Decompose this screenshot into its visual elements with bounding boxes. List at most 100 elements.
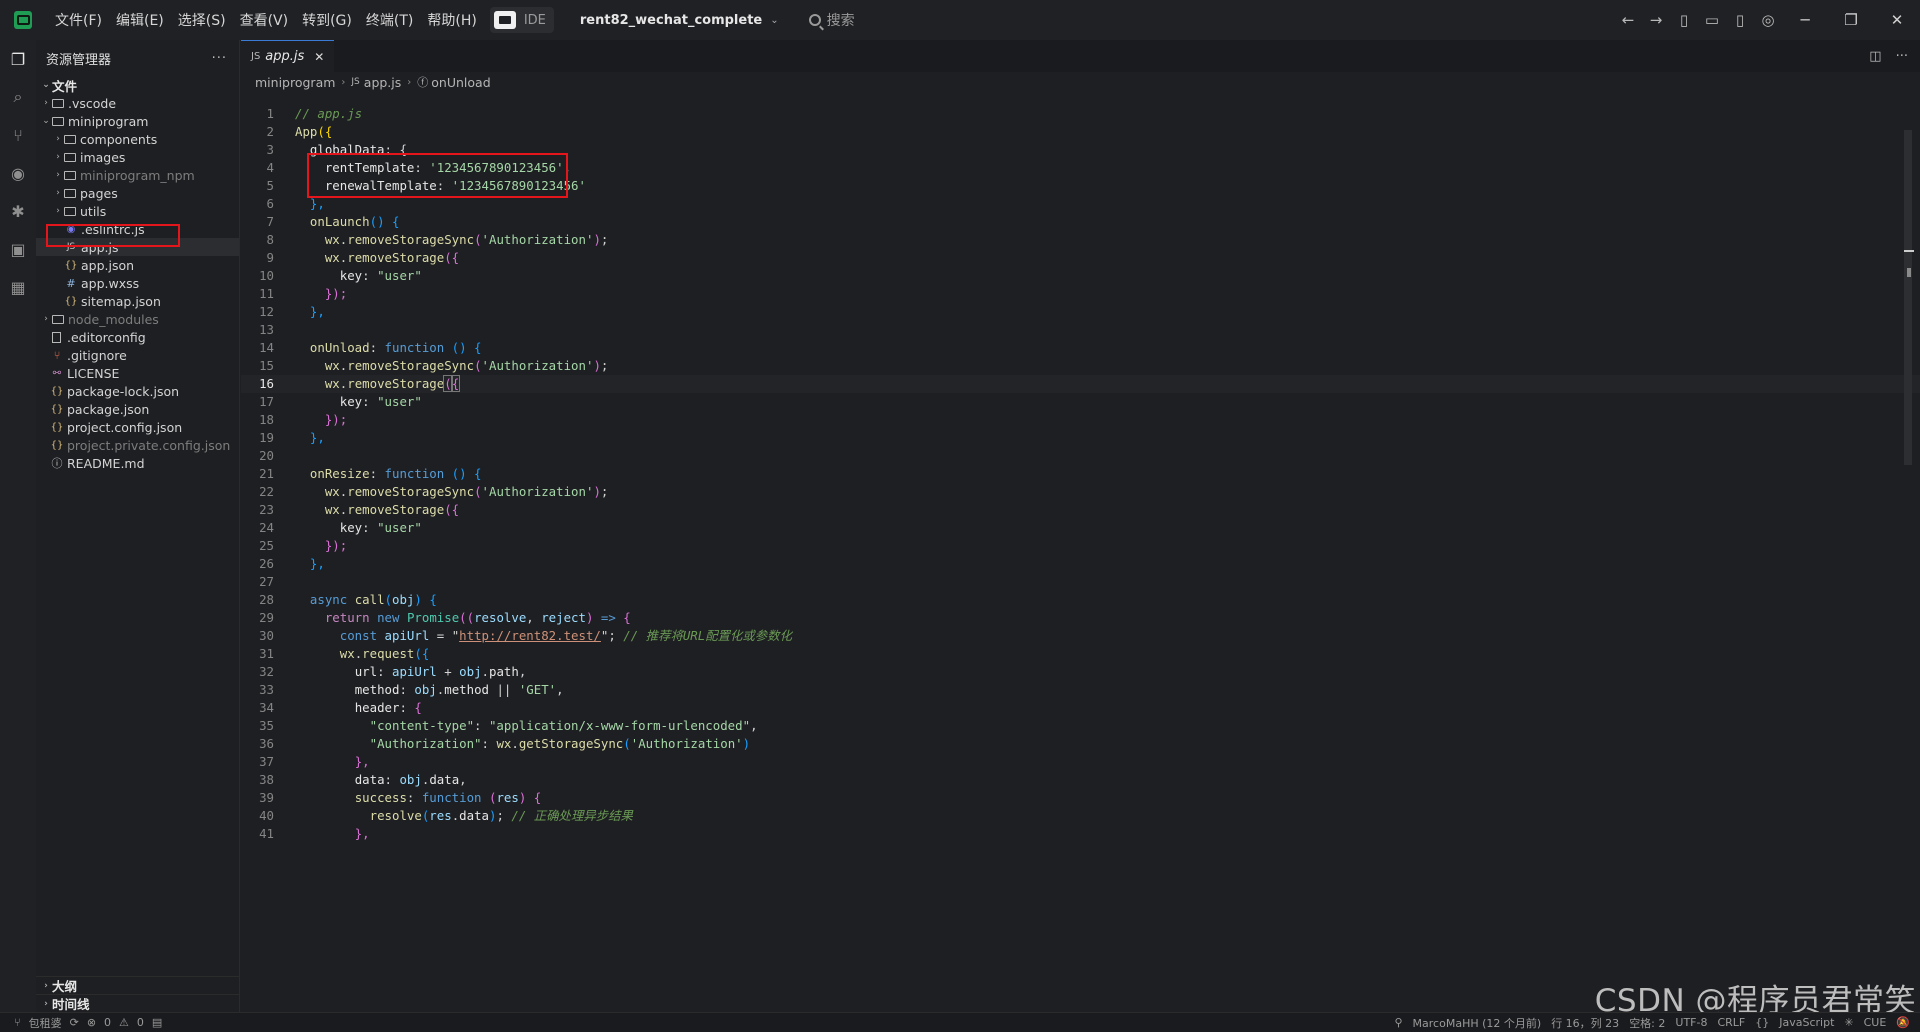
tree-item-label: images — [80, 149, 126, 165]
end-of-line[interactable]: CRLF — [1717, 1016, 1745, 1029]
back-arrow-icon[interactable]: ← — [1614, 0, 1642, 40]
tree-item-miniprogram[interactable]: ⌄ miniprogram — [36, 112, 239, 130]
explorer-icon[interactable]: ❐ — [0, 40, 36, 78]
code-token: App — [295, 124, 318, 139]
code-token: }, — [354, 826, 370, 841]
search-view-icon[interactable]: ⌕ — [0, 78, 36, 116]
tree-item-vscode[interactable]: › .vscode — [36, 94, 239, 112]
line-number: 7 — [266, 214, 274, 229]
code-link[interactable]: http://rent82.test/ — [459, 628, 601, 643]
tree-item-gitignore[interactable]: ⑂ .gitignore — [36, 346, 239, 364]
extensions-icon[interactable]: ▦ — [0, 268, 36, 306]
code-line: 13 — [241, 321, 1920, 339]
line-number: 9 — [266, 250, 274, 265]
code-token: wx — [496, 736, 512, 751]
code-editor[interactable]: 1// app.js 2 App({ 3 globalData: { 4 rent… — [241, 105, 1920, 843]
chevron-down-icon[interactable]: ⌄ — [770, 15, 778, 26]
cursor-position[interactable]: 行 16，列 23 — [1551, 1015, 1619, 1031]
line-number: 30 — [259, 628, 274, 643]
restore-button[interactable]: ❐ — [1828, 0, 1874, 40]
tree-item-editorconfig[interactable]: .editorconfig — [36, 328, 239, 346]
indentation[interactable]: 空格: 2 — [1629, 1015, 1665, 1031]
tree-item-app-json[interactable]: {} app.json — [36, 256, 239, 274]
close-icon[interactable]: ✕ — [314, 50, 324, 64]
warning-count[interactable]: 0 — [137, 1016, 144, 1029]
line-number: 17 — [259, 394, 274, 409]
tree-item-utils[interactable]: › utils — [36, 202, 239, 220]
breadcrumb-folder[interactable]: miniprogram — [255, 75, 335, 90]
tree-item-readme[interactable]: ⓘ README.md — [36, 454, 239, 472]
code-token: removeStorageSync — [347, 232, 475, 247]
tree-item-package-lock-json[interactable]: {} package-lock.json — [36, 382, 239, 400]
project-name[interactable]: rent82_wechat_complete — [580, 13, 762, 28]
title-bar: 文件(F) 编辑(E) 选择(S) 查看(V) 转到(G) 终端(T) 帮助(H… — [0, 0, 1920, 40]
breadcrumb-file[interactable]: app.js — [364, 75, 402, 90]
code-token: removeStorage — [347, 376, 445, 391]
close-window-button[interactable]: ✕ — [1874, 0, 1920, 40]
remote-debug-icon[interactable]: ▣ — [0, 230, 36, 268]
timeline-section-header[interactable]: › 时间线 — [36, 994, 239, 1012]
forward-arrow-icon[interactable]: → — [1642, 0, 1670, 40]
command-search[interactable]: 搜索 — [808, 10, 855, 30]
menu-selection[interactable]: 选择(S) — [171, 10, 233, 30]
code-token: call — [354, 592, 385, 607]
tree-item-project-private-config-json[interactable]: {} project.private.config.json — [36, 436, 239, 454]
code-line: 36 "Authorization": wx.getStorageSync('A… — [241, 735, 1920, 753]
chevron-right-icon: › — [44, 980, 48, 991]
output-icon[interactable]: ▤ — [152, 1016, 162, 1029]
menu-terminal[interactable]: 终端(T) — [359, 10, 420, 30]
outline-section-header[interactable]: › 大纲 — [36, 976, 239, 994]
cue-status[interactable]: CUE — [1864, 1016, 1887, 1029]
ide-toggle-button[interactable]: IDE — [489, 7, 554, 33]
search-placeholder: 搜索 — [826, 13, 855, 29]
tree-item-package-json[interactable]: {} package.json — [36, 400, 239, 418]
code-line: 26 }, — [241, 555, 1920, 573]
more-actions-icon[interactable]: ··· — [212, 51, 227, 66]
breadcrumb-symbol[interactable]: onUnload — [431, 75, 490, 90]
tab-app-js[interactable]: JS app.js ✕ — [241, 40, 335, 72]
split-editor-icon[interactable]: ◫ — [1869, 49, 1881, 64]
menu-view[interactable]: 查看(V) — [233, 10, 296, 30]
code-token: removeStorage — [347, 502, 445, 517]
branch-name[interactable]: 包租婆 — [29, 1015, 62, 1031]
editor-scrollbar[interactable] — [1904, 130, 1912, 465]
git-blame[interactable]: MarcoMaHH (12 个月前) — [1413, 1015, 1542, 1031]
tree-item-miniprogram-npm[interactable]: › miniprogram_npm — [36, 166, 239, 184]
tree-item-components[interactable]: › components — [36, 130, 239, 148]
more-actions-icon[interactable]: ··· — [1896, 49, 1908, 64]
tree-item-images[interactable]: › images — [36, 148, 239, 166]
code-token: }); — [324, 538, 348, 553]
account-icon[interactable]: ◎ — [1754, 0, 1782, 40]
language-mode[interactable]: JavaScript — [1779, 1016, 1834, 1029]
tree-item-project-config-json[interactable]: {} project.config.json — [36, 418, 239, 436]
menu-file[interactable]: 文件(F) — [48, 10, 109, 30]
menu-edit[interactable]: 编辑(E) — [109, 10, 171, 30]
tree-item-sitemap-json[interactable]: {} sitemap.json — [36, 292, 239, 310]
activity-bar: ❐ ⌕ ⑂ ◉ ✱ ▣ ▦ — [0, 40, 36, 1012]
error-icon: ⊗ — [86, 1016, 97, 1029]
tree-item-pages[interactable]: › pages — [36, 184, 239, 202]
encoding[interactable]: UTF-8 — [1675, 1016, 1707, 1029]
debug-icon[interactable]: ✱ — [0, 192, 36, 230]
minimize-button[interactable]: ─ — [1782, 0, 1828, 40]
sync-icon[interactable]: ⟳ — [70, 1016, 79, 1029]
code-token: Promise — [406, 610, 460, 625]
tree-item-app-wxss[interactable]: # app.wxss — [36, 274, 239, 292]
notifications-icon[interactable]: 🔕 — [1896, 1016, 1910, 1029]
menu-help[interactable]: 帮助(H) — [420, 10, 483, 30]
menu-goto[interactable]: 转到(G) — [295, 10, 359, 30]
toggle-secondary-sidebar-icon[interactable]: ▯ — [1726, 0, 1754, 40]
line-number: 36 — [259, 736, 274, 751]
tree-item-license[interactable]: ⚯ LICENSE — [36, 364, 239, 382]
source-control-icon[interactable]: ⑂ — [0, 116, 36, 154]
error-count[interactable]: 0 — [104, 1016, 111, 1029]
toggle-panel-icon[interactable]: ▭ — [1698, 0, 1726, 40]
tree-item-node-modules[interactable]: › node_modules — [36, 310, 239, 328]
line-number: 13 — [259, 322, 274, 337]
preview-icon[interactable]: ◉ — [0, 154, 36, 192]
tree-item-label: LICENSE — [67, 365, 120, 381]
toggle-sidebar-icon[interactable]: ▯ — [1670, 0, 1698, 40]
code-line: 19 }, — [241, 429, 1920, 447]
files-section-header[interactable]: ⌄ 文件 — [36, 76, 239, 94]
code-token: "content-type" — [369, 718, 475, 733]
